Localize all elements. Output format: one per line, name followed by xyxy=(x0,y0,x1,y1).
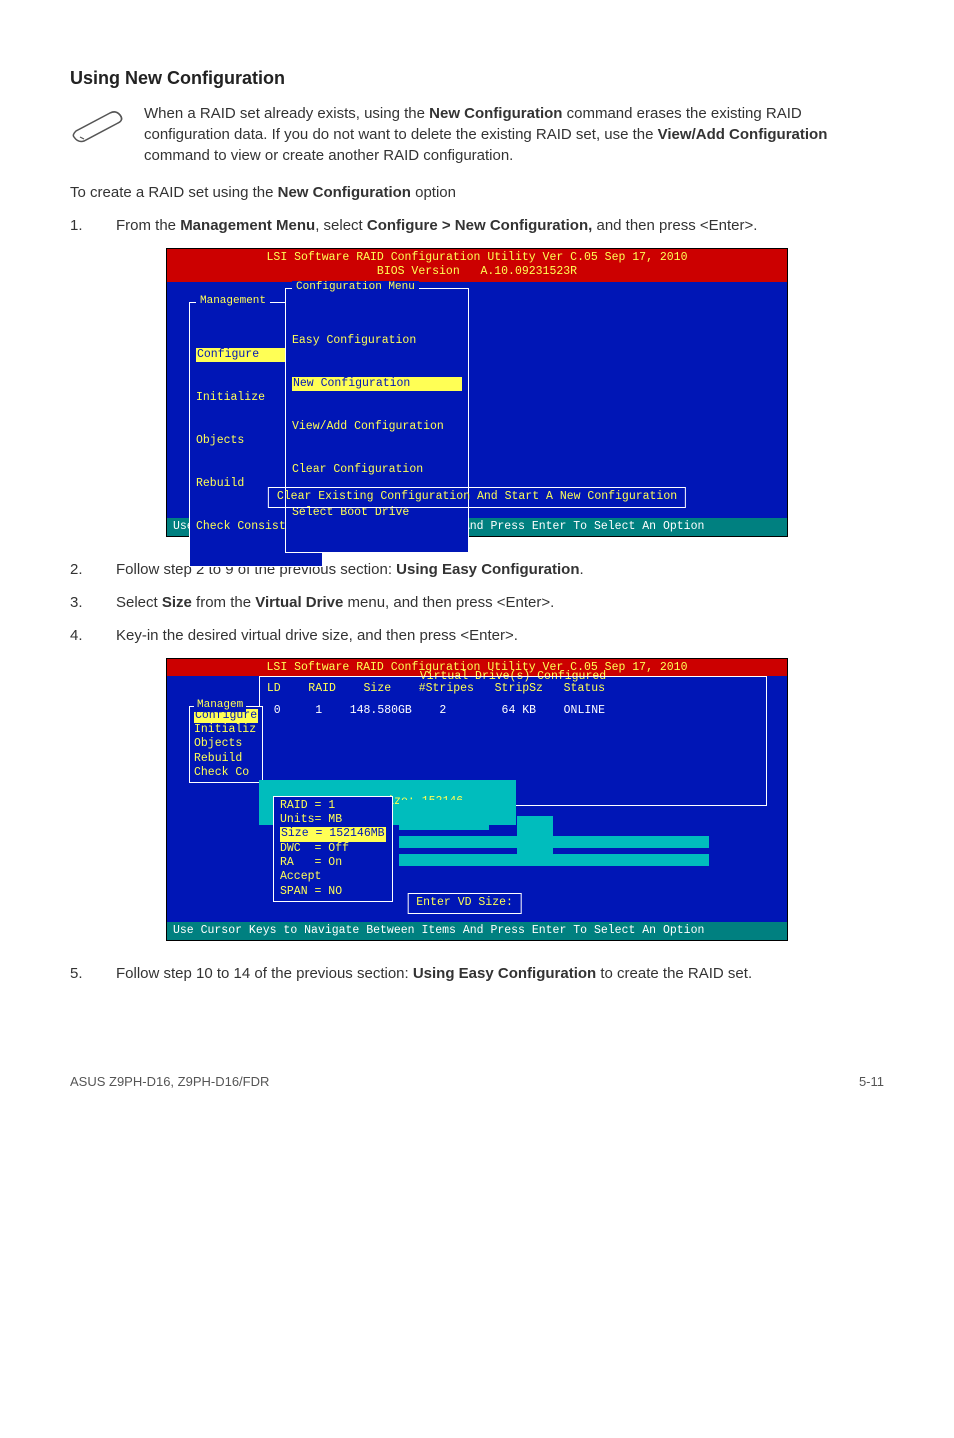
bios2-side-menu: Managem Configure Initializ Objects Rebu… xyxy=(189,706,263,784)
footer-right: 5-11 xyxy=(859,1074,884,1089)
intro-paragraph: To create a RAID set using the New Confi… xyxy=(70,182,884,203)
prop-line: Units= MB xyxy=(280,813,386,827)
step-1: 1. From the Management Menu, select Conf… xyxy=(70,215,884,236)
configuration-menu: Configuration Menu Easy Configuration Ne… xyxy=(285,288,469,553)
side-item: Objects xyxy=(194,737,258,751)
bios1-message-box: Clear Existing Configuration And Start A… xyxy=(268,487,686,507)
bios1-header-l2: BIOS Version A.10.09231523R xyxy=(377,265,577,278)
prop-line: Size = 152146MB xyxy=(280,827,386,841)
step-seg: to create the RAID set. xyxy=(596,965,752,982)
cfg-item: View/Add Configuration xyxy=(292,420,462,434)
step-seg: Select xyxy=(116,594,162,611)
step-seg: From the xyxy=(116,217,180,234)
teal-block-icon xyxy=(517,816,553,856)
step-seg: . xyxy=(580,561,584,578)
step-number: 1. xyxy=(70,215,94,236)
step-seg: , select xyxy=(315,217,367,234)
intro-seg: option xyxy=(411,184,456,201)
section-heading: Using New Configuration xyxy=(70,68,884,89)
bios-screen-2: LSI Software RAID Configuration Utility … xyxy=(166,658,788,941)
footer-left: ASUS Z9PH-D16, Z9PH-D16/FDR xyxy=(70,1074,269,1089)
step-bold: Configure > New Configuration, xyxy=(367,217,592,234)
cfg-item: Easy Configuration xyxy=(292,334,462,348)
step-bold: Management Menu xyxy=(180,217,315,234)
side-item: Rebuild xyxy=(194,752,258,766)
bios2-table-head: LD RAID Size #Stripes StripSz Status xyxy=(175,682,779,696)
step-seg: menu, and then press <Enter>. xyxy=(343,594,554,611)
step-seg: Key-in the desired virtual drive size, a… xyxy=(116,625,884,646)
step-4: 4. Key-in the desired virtual drive size… xyxy=(70,625,884,646)
step-bold: Size xyxy=(162,594,192,611)
step-5: 5. Follow step 10 to 14 of the previous … xyxy=(70,963,884,984)
note-icon xyxy=(70,103,126,147)
step-3: 3. Select Size from the Virtual Drive me… xyxy=(70,592,884,613)
note-bold2: View/Add Configuration xyxy=(658,126,828,143)
teal-block-icon xyxy=(399,854,709,866)
cfg-item: Clear Configuration xyxy=(292,463,462,477)
note-text: When a RAID set already exists, using th… xyxy=(144,103,884,166)
management-title: Management xyxy=(196,295,270,309)
note-seg: When a RAID set already exists, using th… xyxy=(144,105,429,122)
intro-seg: To create a RAID set using the xyxy=(70,184,278,201)
note-bold1: New Configuration xyxy=(429,105,562,122)
bios1-header: LSI Software RAID Configuration Utility … xyxy=(167,249,787,282)
bios1-header-l1: LSI Software RAID Configuration Utility … xyxy=(267,251,688,264)
note-seg: command to view or create another RAID c… xyxy=(144,147,513,164)
step-number: 2. xyxy=(70,559,94,580)
prop-line: Accept xyxy=(280,870,386,884)
side-item: Check Co xyxy=(194,766,258,780)
prop-line: RAID = 1 xyxy=(280,799,386,813)
bios2-footer: Use Cursor Keys to Navigate Between Item… xyxy=(167,922,787,940)
step-seg: Follow step 10 to 14 of the previous sec… xyxy=(116,965,413,982)
bios2-props-box: RAID = 1 Units= MB Size = 152146MB DWC =… xyxy=(273,796,393,903)
intro-bold: New Configuration xyxy=(278,184,411,201)
bios2-side-title: Managem xyxy=(194,699,246,713)
bios2-message-box: Enter VD Size: xyxy=(407,893,522,913)
prop-size-selected: Size = 152146MB xyxy=(280,827,386,841)
step-bold: Virtual Drive xyxy=(255,594,343,611)
bios-screen-1: LSI Software RAID Configuration Utility … xyxy=(166,248,788,537)
teal-block-icon xyxy=(399,800,489,830)
prop-line: SPAN = NO xyxy=(280,885,386,899)
prop-line: DWC = Off xyxy=(280,842,386,856)
step-bold: Using Easy Configuration xyxy=(413,965,596,982)
side-item: Initializ xyxy=(194,723,258,737)
step-number: 4. xyxy=(70,625,94,646)
step-number: 3. xyxy=(70,592,94,613)
configuration-title: Configuration Menu xyxy=(292,281,419,295)
teal-block-icon xyxy=(399,836,709,848)
step-number: 5. xyxy=(70,963,94,984)
step-seg: from the xyxy=(192,594,255,611)
step-bold: Using Easy Configuration xyxy=(396,561,579,578)
step-seg: and then press <Enter>. xyxy=(592,217,757,234)
cfg-item-new: New Configuration xyxy=(292,377,462,391)
prop-line: RA = On xyxy=(280,856,386,870)
cfg-item: Select Boot Drive xyxy=(292,506,462,520)
bios2-table-row: 0 1 148.580GB 2 64 KB ONLINE xyxy=(175,704,779,718)
